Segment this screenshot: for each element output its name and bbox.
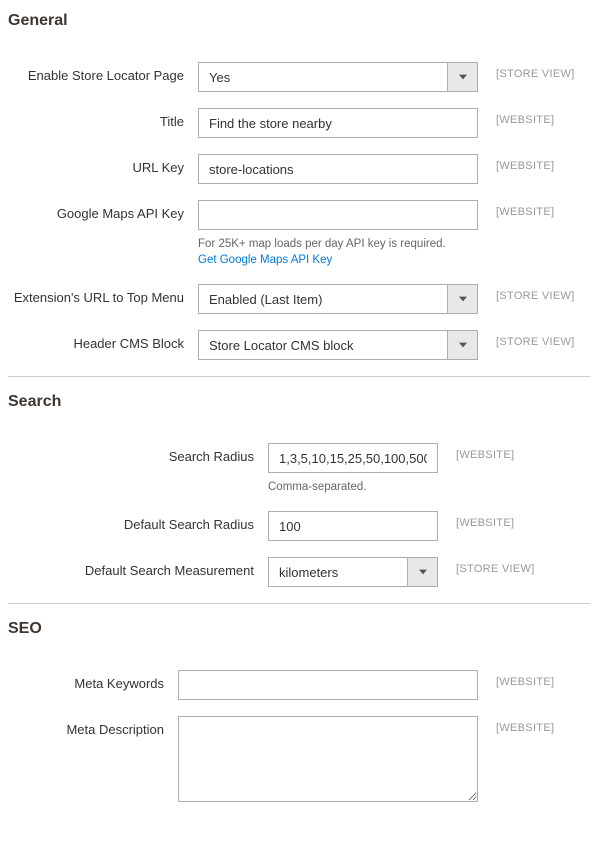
field-meta-description: Meta Description [WEBSITE] — [8, 716, 590, 805]
field-measurement: Default Search Measurement kilometers [S… — [8, 557, 590, 587]
api-key-scope: [WEBSITE] — [478, 200, 554, 218]
chevron-down-icon — [447, 63, 477, 91]
url-key-input[interactable] — [198, 154, 478, 184]
measurement-scope: [STORE VIEW] — [438, 557, 535, 575]
default-radius-input[interactable] — [268, 511, 438, 541]
search-radius-note: Comma-separated. — [268, 479, 438, 495]
header-cms-scope: [STORE VIEW] — [478, 330, 575, 348]
measurement-label: Default Search Measurement — [8, 557, 268, 578]
field-default-radius: Default Search Radius [WEBSITE] — [8, 511, 590, 541]
search-radius-label: Search Radius — [8, 443, 268, 464]
chevron-down-icon — [447, 331, 477, 359]
enable-select[interactable]: Yes — [198, 62, 478, 92]
title-label: Title — [8, 108, 198, 129]
field-top-menu: Extension's URL to Top Menu Enabled (Las… — [8, 284, 590, 314]
api-key-note-text: For 25K+ map loads per day API key is re… — [198, 238, 446, 250]
meta-description-label: Meta Description — [8, 716, 178, 737]
top-menu-scope: [STORE VIEW] — [478, 284, 575, 302]
field-meta-keywords: Meta Keywords [WEBSITE] — [8, 670, 590, 700]
chevron-down-icon — [447, 285, 477, 313]
search-radius-input[interactable] — [268, 443, 438, 473]
default-radius-label: Default Search Radius — [8, 511, 268, 532]
field-title: Title [WEBSITE] — [8, 108, 590, 138]
section-title-search: Search — [8, 385, 590, 419]
top-menu-label: Extension's URL to Top Menu — [8, 284, 198, 305]
search-radius-scope: [WEBSITE] — [438, 443, 514, 461]
measurement-select[interactable]: kilometers — [268, 557, 438, 587]
meta-keywords-scope: [WEBSITE] — [478, 670, 554, 688]
top-menu-select[interactable]: Enabled (Last Item) — [198, 284, 478, 314]
default-radius-scope: [WEBSITE] — [438, 511, 514, 529]
chevron-down-icon — [407, 558, 437, 586]
meta-description-scope: [WEBSITE] — [478, 716, 554, 734]
section-title-general: General — [8, 4, 590, 38]
section-title-seo: SEO — [8, 612, 590, 646]
field-api-key: Google Maps API Key For 25K+ map loads p… — [8, 200, 590, 268]
enable-scope: [STORE VIEW] — [478, 62, 575, 80]
field-url-key: URL Key [WEBSITE] — [8, 154, 590, 184]
meta-keywords-input[interactable] — [178, 670, 478, 700]
field-search-radius: Search Radius Comma-separated. [WEBSITE] — [8, 443, 590, 495]
api-key-note: For 25K+ map loads per day API key is re… — [198, 236, 478, 268]
divider — [8, 603, 590, 604]
enable-label: Enable Store Locator Page — [8, 62, 198, 83]
field-header-cms: Header CMS Block Store Locator CMS block… — [8, 330, 590, 360]
meta-keywords-label: Meta Keywords — [8, 670, 178, 691]
url-key-scope: [WEBSITE] — [478, 154, 554, 172]
header-cms-select[interactable]: Store Locator CMS block — [198, 330, 478, 360]
measurement-select-value: kilometers — [269, 565, 407, 580]
url-key-label: URL Key — [8, 154, 198, 175]
api-key-input[interactable] — [198, 200, 478, 230]
api-key-link[interactable]: Get Google Maps API Key — [198, 252, 478, 268]
title-scope: [WEBSITE] — [478, 108, 554, 126]
api-key-label: Google Maps API Key — [8, 200, 198, 221]
field-enable-store-locator: Enable Store Locator Page Yes [STORE VIE… — [8, 62, 590, 92]
top-menu-select-value: Enabled (Last Item) — [199, 292, 447, 307]
header-cms-label: Header CMS Block — [8, 330, 198, 351]
header-cms-select-value: Store Locator CMS block — [199, 338, 447, 353]
title-input[interactable] — [198, 108, 478, 138]
enable-select-value: Yes — [199, 70, 447, 85]
meta-description-textarea[interactable] — [178, 716, 478, 802]
divider — [8, 376, 590, 377]
